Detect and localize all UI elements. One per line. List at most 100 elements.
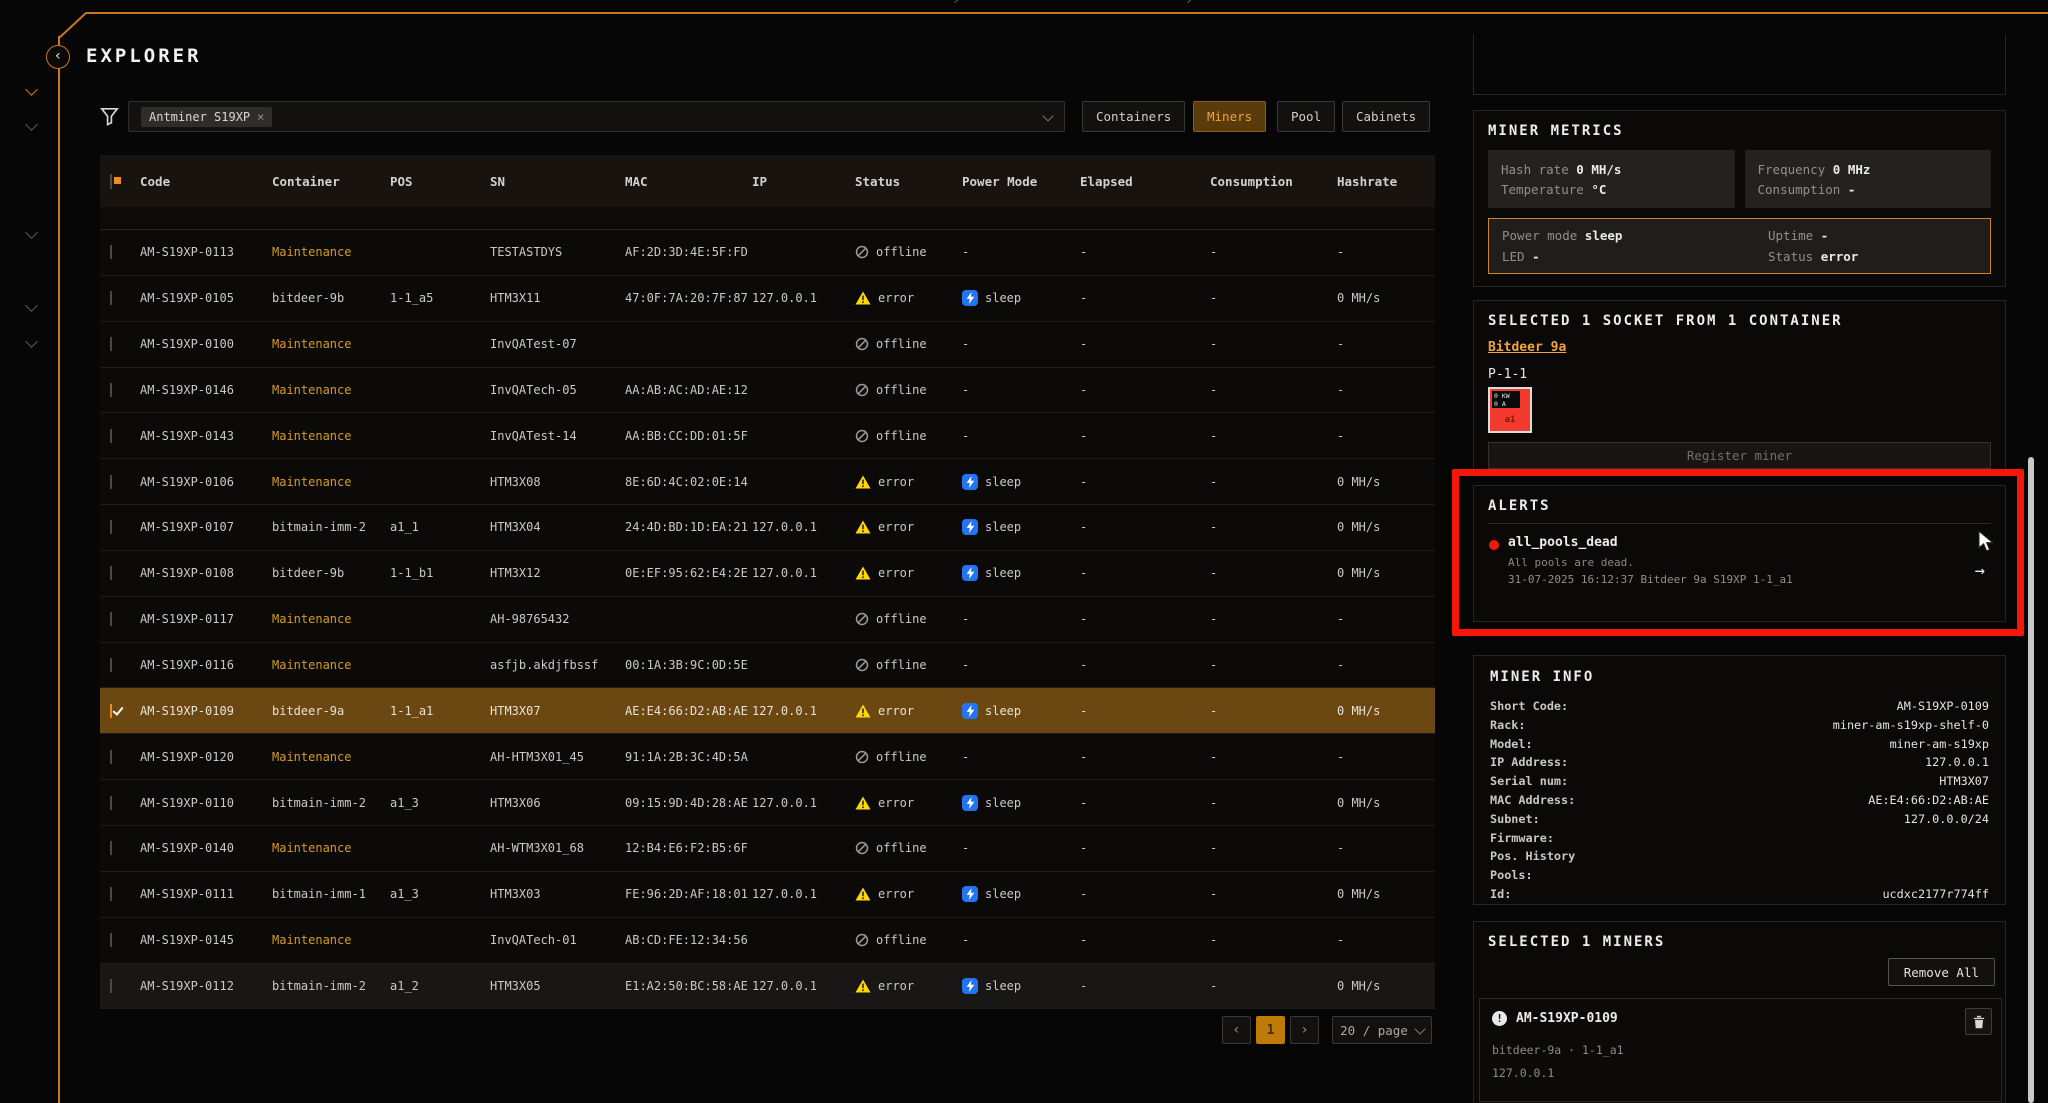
column-header-sn: SN <box>490 174 625 189</box>
cell-code: AM-S19XP-0105 <box>140 291 272 305</box>
register-miner-button[interactable]: Register miner <box>1488 442 1991 469</box>
table-row[interactable]: AM-S19XP-0116Maintenanceasfjb.akdjfbssf0… <box>100 643 1435 689</box>
scrollbar-thumb[interactable] <box>2028 457 2034 1103</box>
table-row[interactable]: AM-S19XP-0117MaintenanceAH-98765432offli… <box>100 597 1435 643</box>
table-row[interactable]: AM-S19XP-0100MaintenanceInvQATest-07offl… <box>100 322 1435 368</box>
chip-remove-icon[interactable]: × <box>257 110 264 124</box>
back-button[interactable]: ‹ <box>46 45 70 69</box>
mouse-cursor <box>1977 531 1997 553</box>
view-button-miners[interactable]: Miners <box>1193 101 1266 132</box>
alert-item[interactable]: all_pools_deadAll pools are dead.31-07-2… <box>1488 535 1991 586</box>
view-button-cabinets[interactable]: Cabinets <box>1342 101 1430 132</box>
cell-power-mode: sleep <box>962 978 1080 994</box>
info-value: ucdxc2177r774ff <box>1882 885 1989 904</box>
cell-code: AM-S19XP-0143 <box>140 429 272 443</box>
chevron-down-icon[interactable] <box>26 301 37 312</box>
row-checkbox[interactable] <box>110 612 112 626</box>
chevron-down-icon[interactable] <box>26 120 37 131</box>
page-1-button[interactable]: 1 <box>1256 1016 1285 1044</box>
row-checkbox[interactable] <box>110 704 112 718</box>
info-row: MAC Address:AE:E4:66:D2:AB:AE <box>1490 791 1989 810</box>
alert-name: all_pools_dead <box>1508 535 1793 550</box>
chevron-down-icon[interactable] <box>26 337 37 348</box>
row-checkbox[interactable] <box>110 566 112 580</box>
filter-chip[interactable]: Antminer S19XP × <box>141 107 272 127</box>
cell-hashrate: - <box>1337 429 1435 443</box>
table-row[interactable]: AM-S19XP-0111bitmain-imm-1a1_3HTM3X03FE:… <box>100 872 1435 918</box>
next-page-button[interactable]: › <box>1290 1016 1319 1044</box>
row-checkbox[interactable] <box>110 887 112 901</box>
row-checkbox[interactable] <box>110 979 112 993</box>
table-row[interactable]: AM-S19XP-0146MaintenanceInvQATech-05AA:A… <box>100 368 1435 414</box>
sleep-lightning-icon <box>962 565 978 581</box>
table-row[interactable]: AM-S19XP-0113MaintenanceTESTASTDYSAF:2D:… <box>100 230 1435 276</box>
info-icon: ! <box>1492 1011 1507 1026</box>
table-row[interactable]: AM-S19XP-0109bitdeer-9a1-1_a1HTM3X07AE:E… <box>100 688 1435 734</box>
socket-tile[interactable]: 0 KW 0 A a1 <box>1488 387 1532 433</box>
container-link[interactable]: Bitdeer 9a <box>1488 340 1566 355</box>
cell-code: AM-S19XP-0120 <box>140 750 272 764</box>
header-checkbox[interactable] <box>110 174 112 189</box>
miner-card-location: bitdeer-9a · 1-1_a1 <box>1492 1043 1989 1057</box>
table-row[interactable]: AM-S19XP-0108bitdeer-9b1-1_b1HTM3X120E:E… <box>100 551 1435 597</box>
info-value: 127.0.0.1 <box>1925 753 1989 772</box>
table-row[interactable]: AM-S19XP-0143MaintenanceInvQATest-14AA:B… <box>100 413 1435 459</box>
info-label: MAC Address: <box>1490 791 1575 810</box>
miner-card-header: !AM-S19XP-0109 <box>1492 1011 1989 1026</box>
power-mode-text: sleep <box>985 704 1021 718</box>
cell-status: error <box>855 887 962 901</box>
info-row: Pos. History <box>1490 847 1989 866</box>
table-row[interactable]: AM-S19XP-0105bitdeer-9b1-1_a5HTM3X1147:0… <box>100 276 1435 322</box>
table-row[interactable]: AM-S19XP-0145MaintenanceInvQATech-01AB:C… <box>100 918 1435 964</box>
row-checkbox[interactable] <box>110 475 112 489</box>
table-row[interactable]: AM-S19XP-0112bitmain-imm-2a1_2HTM3X05E1:… <box>100 964 1435 1010</box>
info-label: Rack: <box>1490 716 1526 735</box>
cell-sn: HTM3X04 <box>490 520 625 534</box>
row-checkbox[interactable] <box>110 933 112 947</box>
table-row[interactable]: AM-S19XP-0120MaintenanceAH-HTM3X01_4591:… <box>100 734 1435 780</box>
info-label: Short Code: <box>1490 697 1568 716</box>
row-checkbox[interactable] <box>110 796 112 810</box>
row-checkbox[interactable] <box>110 383 112 397</box>
row-checkbox[interactable] <box>110 658 112 672</box>
table-row[interactable]: AM-S19XP-0110bitmain-imm-2a1_3HTM3X0609:… <box>100 780 1435 826</box>
chevron-down-icon[interactable] <box>1042 110 1053 121</box>
row-checkbox[interactable] <box>110 841 112 855</box>
view-button-containers[interactable]: Containers <box>1082 101 1185 132</box>
cell-pos: 1-1_a5 <box>390 291 490 305</box>
table-row[interactable]: AM-S19XP-0140MaintenanceAH-WTM3X01_6812:… <box>100 826 1435 872</box>
row-checkbox[interactable] <box>110 520 112 534</box>
cell-sn: InvQATest-07 <box>490 337 625 351</box>
cell-consumption: - <box>1210 841 1337 855</box>
cell-container: Maintenance <box>272 658 390 672</box>
info-row: Model:miner-am-s19xp <box>1490 735 1989 754</box>
row-checkbox[interactable] <box>110 750 112 764</box>
page-size-select[interactable]: 20 / page <box>1332 1016 1432 1044</box>
offline-icon <box>855 750 869 764</box>
status-text: offline <box>876 933 927 947</box>
status-text: error <box>878 979 914 993</box>
row-checkbox[interactable] <box>110 337 112 351</box>
remove-miner-button[interactable] <box>1965 1008 1992 1035</box>
status-text: offline <box>876 841 927 855</box>
cell-hashrate: - <box>1337 658 1435 672</box>
row-checkbox[interactable] <box>110 291 112 305</box>
filter-input[interactable]: Antminer S19XP × <box>128 101 1065 132</box>
chevron-down-icon[interactable] <box>26 228 37 239</box>
remove-all-button[interactable]: Remove All <box>1888 958 1995 986</box>
row-checkbox[interactable] <box>110 245 112 259</box>
cell-consumption: - <box>1210 658 1337 672</box>
arrow-right-icon[interactable]: → <box>1975 561 1985 581</box>
prev-page-button[interactable]: ‹ <box>1222 1016 1251 1044</box>
view-button-pool[interactable]: Pool <box>1277 101 1335 132</box>
info-value: AM-S19XP-0109 <box>1897 697 1989 716</box>
cell-power-mode: sleep <box>962 565 1080 581</box>
table-row[interactable]: AM-S19XP-0107bitmain-imm-2a1_1HTM3X0424:… <box>100 505 1435 551</box>
chevron-down-icon[interactable] <box>26 85 37 96</box>
cell-elapsed: - <box>1080 566 1210 580</box>
column-header-elapsed: Elapsed <box>1080 174 1210 189</box>
row-checkbox[interactable] <box>110 429 112 443</box>
cell-sn: InvQATech-01 <box>490 933 625 947</box>
table-row[interactable]: AM-S19XP-0106MaintenanceHTM3X088E:6D:4C:… <box>100 459 1435 505</box>
cell-container: Maintenance <box>272 933 390 947</box>
